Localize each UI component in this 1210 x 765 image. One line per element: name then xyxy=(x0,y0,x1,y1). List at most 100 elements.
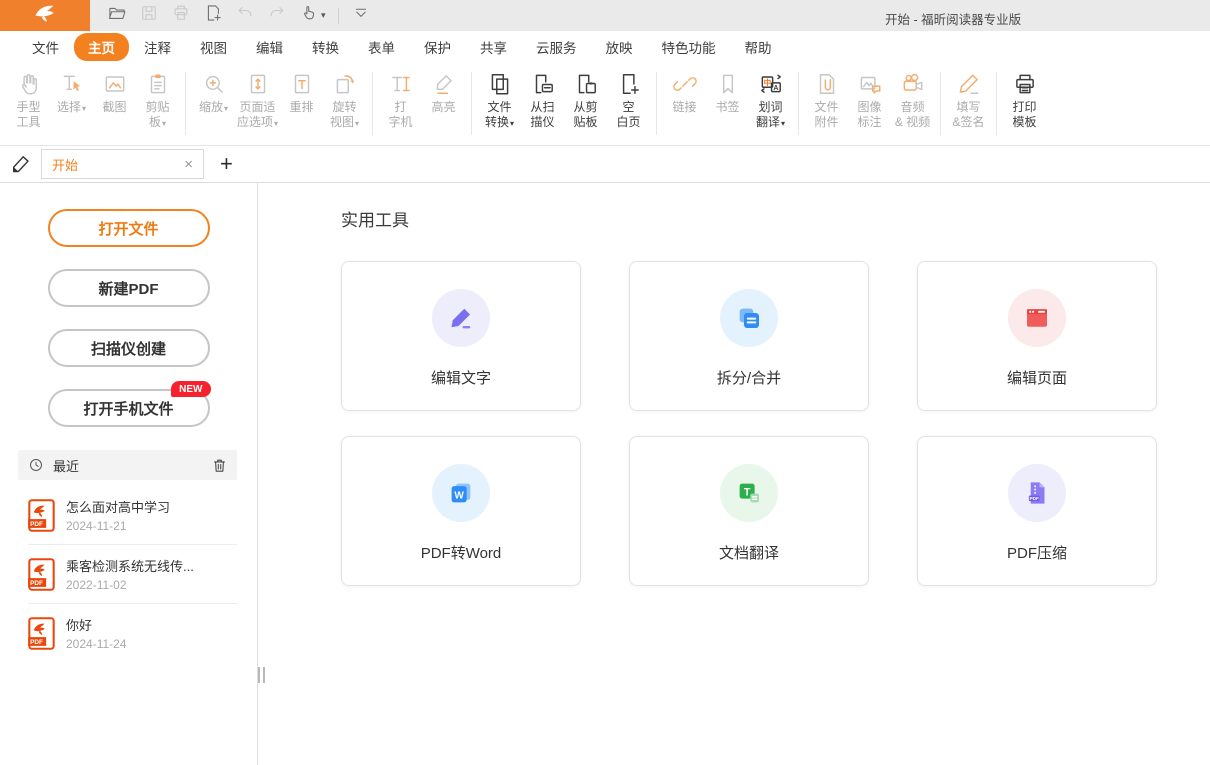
svg-text:PDF: PDF xyxy=(1029,496,1039,502)
quick-access-separator xyxy=(338,8,339,24)
toolbar-item-clipboard[interactable]: 剪贴 板▾ xyxy=(136,62,179,145)
toolbar-item-hand-tool[interactable]: 手型 工具 xyxy=(7,62,50,145)
save-icon xyxy=(139,3,159,28)
foxit-logo-button[interactable] xyxy=(0,0,90,31)
recent-file-text: 你好2024-11-24 xyxy=(66,615,127,651)
menu-item-convert[interactable]: 转换 xyxy=(298,33,353,61)
svg-text:PDF: PDF xyxy=(30,638,43,645)
highlight-icon xyxy=(431,71,457,97)
new-tab-button[interactable]: + xyxy=(220,153,233,175)
recent-file-item[interactable]: PDF怎么面对高中学习2024-11-21 xyxy=(28,486,237,545)
undo-button[interactable] xyxy=(235,3,255,28)
tool-card-label: 拆分/合并 xyxy=(717,367,781,388)
menu-item-protect[interactable]: 保护 xyxy=(410,33,465,61)
recent-file-list: PDF怎么面对高中学习2024-11-21PDF乘客检测系统无线传...2022… xyxy=(0,486,257,662)
sidebar-button-label: 新建PDF xyxy=(98,281,158,298)
toolbar-item-label: 缩放 xyxy=(199,100,223,114)
trash-icon[interactable] xyxy=(211,457,228,474)
toolbar-item-rotate-view[interactable]: 旋转 视图▾ xyxy=(323,62,366,145)
toolbar-item-highlight[interactable]: 高亮 xyxy=(422,62,465,145)
toolbar-item-fill-sign[interactable]: 填写 &签名 xyxy=(947,62,990,145)
toolbar-item-typewriter[interactable]: 打 字机 xyxy=(379,62,422,145)
toolbar-item-file-attachment[interactable]: 文件 附件 xyxy=(805,62,848,145)
menu-item-cloud[interactable]: 云服务 xyxy=(522,33,591,61)
toolbar-item-link[interactable]: 链接 xyxy=(663,62,706,145)
translate-icon: 中A xyxy=(758,71,784,97)
toolbar-item-page-fit-options[interactable]: 页面适 应选项▾ xyxy=(235,62,280,145)
toolbar-item-snapshot[interactable]: 截图 xyxy=(93,62,136,145)
zoom-icon xyxy=(201,71,227,97)
toolbar-group: 打印 模板 xyxy=(1000,62,1049,145)
menu-item-view[interactable]: 视图 xyxy=(186,33,241,61)
tabbar: 开始 × + xyxy=(0,146,1210,183)
toolbar-item-text: 图像 标注 xyxy=(858,100,882,130)
recent-file-item[interactable]: PDF乘客检测系统无线传...2022-11-02 xyxy=(28,545,237,604)
annotate-pencil-icon[interactable] xyxy=(9,152,33,176)
rotate-view-icon xyxy=(332,71,358,97)
hand-pointer-icon xyxy=(299,3,319,28)
toolbar-item-text: 重排 xyxy=(290,100,314,115)
sidebar-button-new-pdf[interactable]: 新建PDF xyxy=(48,269,210,307)
titlebar: ▾ 开始 - 福昕阅读器专业版 xyxy=(0,0,1210,31)
tool-card-doc-translate[interactable]: T文档翻译 xyxy=(629,436,869,586)
redo-button[interactable] xyxy=(267,3,287,28)
customize-toolbar-button[interactable] xyxy=(351,3,371,28)
toolbar-item-label: 书签 xyxy=(716,100,740,114)
menu-item-edit[interactable]: 编辑 xyxy=(242,33,297,61)
open-file-button[interactable] xyxy=(107,3,127,28)
redo-icon xyxy=(267,3,287,28)
attachment-icon xyxy=(814,71,840,97)
toolbar-item-print-template[interactable]: 打印 模板 xyxy=(1003,62,1046,145)
split-merge-icon xyxy=(720,289,778,347)
menu-item-share[interactable]: 共享 xyxy=(466,33,521,61)
sidebar-button-open-mobile-file[interactable]: 打开手机文件NEW xyxy=(48,389,210,427)
toolbar-item-convert-files[interactable]: 文件 转换▾ xyxy=(478,62,521,145)
tool-card-label: 编辑页面 xyxy=(1007,367,1067,388)
toolbar-item-label: 打 字机 xyxy=(389,100,413,129)
close-icon[interactable]: × xyxy=(184,157,193,172)
create-pdf-button[interactable] xyxy=(203,3,223,28)
toolbar-expand-icon xyxy=(351,3,371,28)
image-annotation-icon xyxy=(857,71,883,97)
toolbar-item-from-clipboard[interactable]: 从剪 贴板 xyxy=(564,62,607,145)
toolbar-item-label: 从扫 描仪 xyxy=(531,100,555,129)
toolbar-group: 缩放▾页面适 应选项▾重排旋转 视图▾ xyxy=(189,62,369,145)
chevron-down-icon: ▾ xyxy=(355,119,359,128)
toolbar-item-select[interactable]: 选择▾ xyxy=(50,62,93,145)
menu-item-help[interactable]: 帮助 xyxy=(731,33,786,61)
tool-card-edit-text[interactable]: 编辑文字 xyxy=(341,261,581,411)
sidebar-button-open-file[interactable]: 打开文件 xyxy=(48,209,210,247)
svg-text:W: W xyxy=(454,490,464,501)
toolbar-item-audio-video[interactable]: 音频 & 视频 xyxy=(891,62,934,145)
menu-item-form[interactable]: 表单 xyxy=(354,33,409,61)
toolbar-item-label: 空 白页 xyxy=(617,100,641,129)
menu-item-slideshow[interactable]: 放映 xyxy=(592,33,647,61)
sidebar-button-scanner-create[interactable]: 扫描仪创建 xyxy=(48,329,210,367)
hand-tool-button[interactable]: ▾ xyxy=(299,3,326,28)
tool-card-pdf-to-word[interactable]: WPDF转Word xyxy=(341,436,581,586)
tool-card-pdf-compress[interactable]: PDFPDF压缩 xyxy=(917,436,1157,586)
tab-start[interactable]: 开始 × xyxy=(41,149,204,179)
save-button[interactable] xyxy=(139,3,159,28)
toolbar-item-reflow[interactable]: 重排 xyxy=(280,62,323,145)
svg-text:A: A xyxy=(773,85,778,92)
recent-file-item[interactable]: PDF 你好2024-11-24 xyxy=(28,604,237,662)
menu-item-home[interactable]: 主页 xyxy=(74,33,129,61)
toolbar-item-word-translate[interactable]: 中A划词 翻译▾ xyxy=(749,62,792,145)
tool-card-edit-pages[interactable]: 编辑页面 xyxy=(917,261,1157,411)
menu-item-file[interactable]: 文件 xyxy=(18,33,73,61)
toolbar-item-image-annotation[interactable]: 图像 标注 xyxy=(848,62,891,145)
print-button[interactable] xyxy=(171,3,191,28)
tool-card-split-merge[interactable]: 拆分/合并 xyxy=(629,261,869,411)
menu-item-features[interactable]: 特色功能 xyxy=(648,33,730,61)
content: 打开文件新建PDF扫描仪创建打开手机文件NEW 最近 PDF怎么面对高中学习20… xyxy=(0,183,1210,765)
toolbar-item-blank-page[interactable]: 空 白页 xyxy=(607,62,650,145)
splitter-handle[interactable] xyxy=(256,667,266,683)
menu-item-comment[interactable]: 注释 xyxy=(130,33,185,61)
toolbar-item-from-scanner[interactable]: 从扫 描仪 xyxy=(521,62,564,145)
toolbar-item-zoom[interactable]: 缩放▾ xyxy=(192,62,235,145)
toolbar-item-label: 旋转 视图 xyxy=(330,100,357,129)
toolbar-item-bookmark[interactable]: 书签 xyxy=(706,62,749,145)
chevron-down-icon: ▾ xyxy=(82,104,86,113)
toolbar-item-text: 填写 &签名 xyxy=(953,100,985,130)
